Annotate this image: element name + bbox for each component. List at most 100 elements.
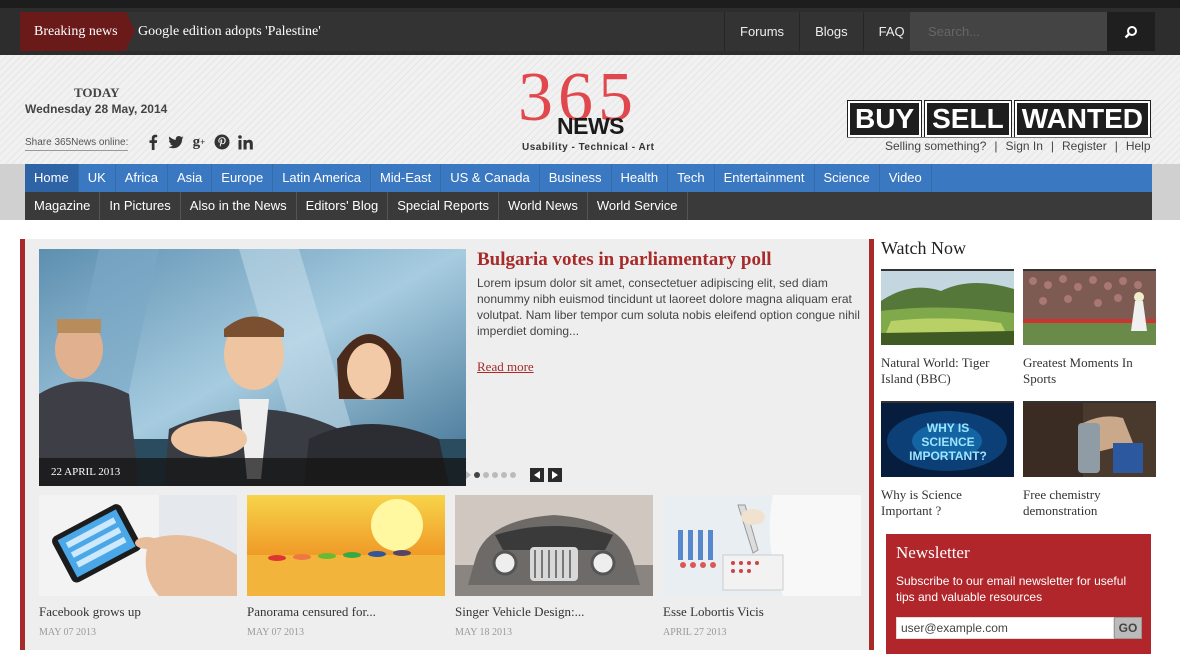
primary-nav: Home UK Africa Asia Europe Latin America… xyxy=(25,164,1152,192)
slide-dot-4[interactable] xyxy=(501,472,507,478)
newsletter-description: Subscribe to our email newsletter for us… xyxy=(896,574,1127,604)
article-image xyxy=(247,495,445,596)
nav-africa[interactable]: Africa xyxy=(116,164,168,192)
newsletter-box: Newsletter Subscribe to our email newsle… xyxy=(886,534,1151,654)
search-input[interactable] xyxy=(910,12,1107,51)
nav-world-service[interactable]: World Service xyxy=(588,192,688,220)
featured-date: 22 APRIL 2013 xyxy=(39,458,466,486)
article-date: MAY 18 2013 xyxy=(455,627,513,638)
twitter-icon[interactable] xyxy=(168,134,184,150)
newsletter-form: GO xyxy=(896,617,1142,639)
video-title[interactable]: Natural World: Tiger Island (BBC) xyxy=(881,355,1014,387)
top-link-forums[interactable]: Forums xyxy=(724,12,799,51)
featured-title[interactable]: Bulgaria votes in parliamentary poll xyxy=(477,249,772,271)
nav-home[interactable]: Home xyxy=(25,164,79,192)
social-links: g + xyxy=(145,134,253,150)
sell-button[interactable]: SELL xyxy=(924,100,1012,138)
newsletter-title: Newsletter xyxy=(896,543,970,562)
nav-also-in-the-news[interactable]: Also in the News xyxy=(181,192,297,220)
read-more-link[interactable]: Read more xyxy=(477,359,534,375)
today-label: TODAY xyxy=(74,85,120,100)
nav-health[interactable]: Health xyxy=(612,164,669,192)
nav-europe[interactable]: Europe xyxy=(212,164,274,192)
nav-latin-america[interactable]: Latin America xyxy=(273,164,371,192)
nav-us-canada[interactable]: US & Canada xyxy=(441,164,540,192)
help-link[interactable]: Help xyxy=(1126,139,1151,153)
arrow-right-icon xyxy=(552,471,558,479)
sign-in-link[interactable]: Sign In xyxy=(1006,139,1043,153)
next-slide-button[interactable] xyxy=(548,468,562,482)
search-button[interactable] xyxy=(1107,12,1155,51)
video-card[interactable]: WHY IS SCIENCE IMPORTANT? Why is Science… xyxy=(881,401,1014,519)
search-icon xyxy=(1124,25,1137,38)
separator: | xyxy=(1050,139,1055,153)
selling-something-link[interactable]: Selling something? xyxy=(885,139,986,153)
linkedin-icon[interactable] xyxy=(237,134,253,150)
slide-controls xyxy=(530,468,562,482)
nav-mid-east[interactable]: Mid-East xyxy=(371,164,442,192)
video-title[interactable]: Why is Science Important ? xyxy=(881,487,1014,519)
video-card[interactable]: Free chemistry demonstration xyxy=(1023,401,1156,519)
top-bar-inner: Breaking news Google edition adopts 'Pal… xyxy=(20,12,1155,51)
nav-special-reports[interactable]: Special Reports xyxy=(388,192,499,220)
classifieds-banner: BUY SELL WANTED xyxy=(846,100,1152,138)
article-title[interactable]: Esse Lobortis Vicis xyxy=(663,604,861,620)
top-link-blogs[interactable]: Blogs xyxy=(799,12,863,51)
video-card[interactable]: Natural World: Tiger Island (BBC) xyxy=(881,269,1014,387)
facebook-icon[interactable] xyxy=(145,134,161,150)
wanted-button[interactable]: WANTED xyxy=(1013,100,1152,138)
top-links: Forums Blogs FAQ xyxy=(724,12,920,51)
nav-business[interactable]: Business xyxy=(540,164,612,192)
newsletter-email-input[interactable] xyxy=(896,617,1114,639)
video-thumbnail xyxy=(1023,401,1156,477)
separator: | xyxy=(1114,139,1118,153)
video-title[interactable]: Free chemistry demonstration xyxy=(1023,487,1156,519)
previous-slide-button[interactable] xyxy=(530,468,544,482)
nav-in-pictures[interactable]: In Pictures xyxy=(100,192,181,220)
nav-editors-blog[interactable]: Editors' Blog xyxy=(297,192,389,220)
indicator-arrow-icon xyxy=(466,471,471,479)
slide-dot-1[interactable] xyxy=(474,472,480,478)
nav-asia[interactable]: Asia xyxy=(168,164,213,192)
secondary-nav: Magazine In Pictures Also in the News Ed… xyxy=(25,192,1152,220)
buy-button[interactable]: BUY xyxy=(846,100,923,138)
video-card[interactable]: Greatest Moments In Sports xyxy=(1023,269,1156,387)
article-title[interactable]: Facebook grows up xyxy=(39,604,237,620)
nav-entertainment[interactable]: Entertainment xyxy=(715,164,815,192)
article-grid: Facebook grows up MAY 07 2013 Panorama c… xyxy=(39,495,861,638)
share-label: Share 365News online: xyxy=(25,137,129,151)
nav-tech[interactable]: Tech xyxy=(668,164,715,192)
article-title[interactable]: Singer Vehicle Design:... xyxy=(455,604,653,620)
article-image xyxy=(663,495,861,596)
article-card[interactable]: Panorama censured for... MAY 07 2013 xyxy=(247,495,445,638)
watch-now-heading: Watch Now xyxy=(881,238,967,258)
article-image xyxy=(455,495,653,596)
nav-world-news[interactable]: World News xyxy=(499,192,588,220)
arrow-left-icon xyxy=(534,471,540,479)
article-card[interactable]: Singer Vehicle Design:... MAY 18 2013 xyxy=(455,495,653,638)
slide-dot-3[interactable] xyxy=(492,472,498,478)
newsletter-go-button[interactable]: GO xyxy=(1114,617,1142,639)
breaking-news-arrow xyxy=(126,12,135,50)
slide-indicators xyxy=(466,471,516,479)
logo-word[interactable]: NEWS xyxy=(557,113,625,140)
google-plus-icon[interactable]: g + xyxy=(191,134,207,150)
article-card[interactable]: Facebook grows up MAY 07 2013 xyxy=(39,495,237,638)
breaking-news-headline[interactable]: Google edition adopts 'Palestine' xyxy=(138,12,321,51)
nav-science[interactable]: Science xyxy=(815,164,880,192)
article-date: APRIL 27 2013 xyxy=(663,627,727,638)
nav-video[interactable]: Video xyxy=(880,164,932,192)
separator: | xyxy=(994,139,998,153)
video-thumbnail xyxy=(881,269,1014,345)
article-card[interactable]: Esse Lobortis Vicis APRIL 27 2013 xyxy=(663,495,861,638)
video-title[interactable]: Greatest Moments In Sports xyxy=(1023,355,1156,387)
slide-dot-5[interactable] xyxy=(510,472,516,478)
business-people-image xyxy=(39,249,466,486)
nav-magazine[interactable]: Magazine xyxy=(25,192,101,220)
register-link[interactable]: Register xyxy=(1062,139,1107,153)
article-title[interactable]: Panorama censured for... xyxy=(247,604,445,620)
pinterest-icon[interactable] xyxy=(214,134,230,150)
featured-image[interactable]: 22 APRIL 2013 xyxy=(39,249,466,486)
nav-uk[interactable]: UK xyxy=(79,164,116,192)
slide-dot-2[interactable] xyxy=(483,472,489,478)
